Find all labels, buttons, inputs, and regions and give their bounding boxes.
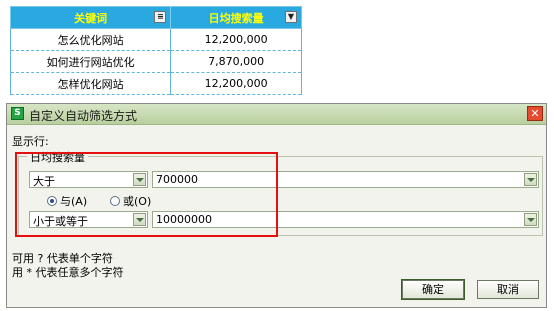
header-keyword[interactable]: 关键词 ≡ xyxy=(9,6,172,29)
app-icon: S xyxy=(11,107,24,120)
dialog-titlebar[interactable]: S 自定义自动筛选方式 ✕ xyxy=(7,104,546,125)
dialog-title: 自定义自动筛选方式 xyxy=(29,109,138,123)
table-row: 怎么优化网站 12,200,000 xyxy=(9,28,302,51)
chevron-down-icon[interactable] xyxy=(524,213,537,226)
cell-keyword[interactable]: 如何进行网站优化 xyxy=(9,50,172,73)
show-rows-label: 显示行: xyxy=(12,135,49,148)
hint-multi-char: 用 * 代表任意多个字符 xyxy=(12,266,124,279)
cell-keyword[interactable]: 怎样优化网站 xyxy=(9,72,172,95)
table-row: 如何进行网站优化 7,870,000 xyxy=(9,50,302,73)
cell-keyword[interactable]: 怎么优化网站 xyxy=(9,28,172,51)
table-header-row: 关键词 ≡ 日均搜索量 ▼ xyxy=(9,6,302,29)
close-button[interactable]: ✕ xyxy=(527,106,543,121)
dropdown-arrow-icon[interactable]: ▼ xyxy=(285,11,297,23)
cell-volume[interactable]: 12,200,000 xyxy=(170,28,302,51)
header-daily-search[interactable]: 日均搜索量 ▼ xyxy=(170,6,302,29)
highlight-annotation xyxy=(15,152,278,237)
data-table: 关键词 ≡ 日均搜索量 ▼ 怎么优化网站 12,200,000 如何进行网站优化… xyxy=(9,6,302,95)
header-daily-search-label: 日均搜索量 xyxy=(208,11,264,25)
table-row: 怎样优化网站 12,200,000 xyxy=(9,72,302,95)
cancel-button[interactable]: 取消 xyxy=(477,280,539,299)
chevron-down-icon[interactable] xyxy=(524,173,537,186)
cell-volume[interactable]: 7,870,000 xyxy=(170,50,302,73)
ok-button[interactable]: 确定 xyxy=(401,279,465,300)
header-keyword-label: 关键词 xyxy=(74,11,108,25)
filter-active-icon[interactable]: ≡ xyxy=(154,11,167,23)
cell-volume[interactable]: 12,200,000 xyxy=(170,72,302,95)
